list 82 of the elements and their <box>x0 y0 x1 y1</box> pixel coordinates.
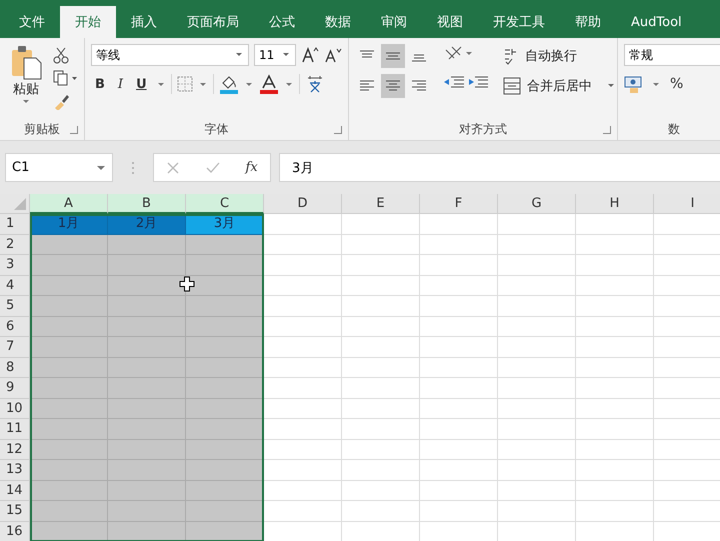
formula-field[interactable]: 3月 <box>279 153 720 182</box>
column-header[interactable]: D <box>264 194 342 214</box>
align-lines-icon <box>385 79 401 93</box>
row-header[interactable]: 3 <box>0 255 30 276</box>
dropdown-arrow-icon[interactable] <box>234 51 244 59</box>
row-header[interactable]: 5 <box>0 296 30 316</box>
row-header[interactable]: 14 <box>0 480 30 501</box>
align-middle-button[interactable] <box>381 44 405 68</box>
align-center-button[interactable] <box>381 74 405 98</box>
row-header[interactable]: 10 <box>0 398 30 419</box>
name-box[interactable]: C1 <box>5 153 113 182</box>
dialog-launcher-icon[interactable] <box>334 126 342 134</box>
ribbon-tab[interactable]: 视图 <box>422 6 478 38</box>
dropdown-arrow-icon[interactable] <box>281 51 291 59</box>
ribbon-tab[interactable]: 帮助 <box>560 6 616 38</box>
align-lines-icon <box>359 79 375 93</box>
column-header[interactable]: I <box>654 194 720 214</box>
row-header[interactable]: 4 <box>0 276 30 296</box>
decrease-indent-icon[interactable] <box>443 75 465 89</box>
check-icon[interactable] <box>204 160 221 174</box>
ribbon-tab[interactable]: 审阅 <box>366 6 422 38</box>
row-header[interactable]: 7 <box>0 337 30 358</box>
percent-button[interactable]: % <box>666 74 688 94</box>
align-lines-icon <box>411 79 427 93</box>
bold-button[interactable]: B <box>91 74 109 94</box>
row-header[interactable]: 11 <box>0 419 30 440</box>
ribbon-tab[interactable]: 公式 <box>254 6 310 38</box>
column-header[interactable]: B <box>108 194 186 214</box>
column-header[interactable]: H <box>576 194 654 214</box>
group-label: 字体 <box>204 120 228 138</box>
borders-icon[interactable] <box>176 76 193 92</box>
row-header[interactable]: 13 <box>0 460 30 480</box>
copy-icon[interactable] <box>52 69 78 87</box>
dropdown-arrow-icon[interactable] <box>21 98 31 106</box>
group-label: 对齐方式 <box>459 120 507 138</box>
ribbon-tab[interactable]: 文件 <box>4 6 60 38</box>
dialog-launcher-icon[interactable] <box>603 126 611 134</box>
wrap-text-icon <box>503 47 519 65</box>
row-header[interactable]: 9 <box>0 378 30 398</box>
clipboard-icon <box>10 44 42 80</box>
row-header[interactable]: 2 <box>0 234 30 255</box>
row-header[interactable]: 8 <box>0 358 30 378</box>
font-color-icon[interactable] <box>258 74 279 94</box>
cursor-icon <box>179 276 195 292</box>
wrap-text-button[interactable]: 自动换行 <box>501 44 618 68</box>
italic-button[interactable]: I <box>114 74 128 94</box>
increase-indent-icon[interactable] <box>467 75 489 89</box>
table-cell: 2月 <box>108 214 186 234</box>
row-header[interactable]: 1 <box>0 214 30 234</box>
merge-cells-icon <box>503 77 521 95</box>
ribbon-tab[interactable]: AudTool <box>616 6 697 38</box>
row-header[interactable]: 15 <box>0 501 30 522</box>
column-header[interactable]: C <box>186 194 264 214</box>
ribbon-tab[interactable]: 页面布局 <box>172 6 254 38</box>
fill-color-icon[interactable] <box>218 74 239 94</box>
ribbon-tab[interactable]: 插入 <box>116 6 172 38</box>
group-label: 数 <box>668 120 680 138</box>
ribbon-tab[interactable]: 数据 <box>310 6 366 38</box>
column-header[interactable]: A <box>30 194 108 214</box>
merge-center-button[interactable]: 合并后居中 <box>501 74 618 98</box>
resize-handle-icon[interactable] <box>131 160 135 176</box>
group-label: 剪贴板 <box>24 120 60 138</box>
increase-font-icon[interactable] <box>301 46 319 64</box>
insert-function-button[interactable]: fx <box>246 160 258 175</box>
number-format-field[interactable]: 常规 <box>624 44 720 66</box>
dialog-launcher-icon[interactable] <box>70 126 78 134</box>
font-size-field[interactable]: 11 <box>254 44 296 66</box>
paste-button[interactable]: 粘贴 <box>6 44 46 118</box>
row-header[interactable]: 12 <box>0 440 30 460</box>
ribbon-tab[interactable]: 开始 <box>60 6 116 38</box>
corner-triangle-icon <box>14 198 26 210</box>
ribbon-tab[interactable]: 开发工具 <box>478 6 560 38</box>
font-name-field[interactable]: 等线 <box>91 44 249 66</box>
decrease-font-icon[interactable] <box>324 46 342 64</box>
underline-button[interactable]: U <box>132 74 151 94</box>
column-header[interactable]: F <box>420 194 498 214</box>
dropdown-arrow-icon <box>606 82 616 90</box>
column-header[interactable]: G <box>498 194 576 214</box>
column-header[interactable]: E <box>342 194 420 214</box>
row-header[interactable]: 6 <box>0 316 30 337</box>
row-header[interactable]: 16 <box>0 522 30 541</box>
cut-icon[interactable] <box>52 46 70 64</box>
